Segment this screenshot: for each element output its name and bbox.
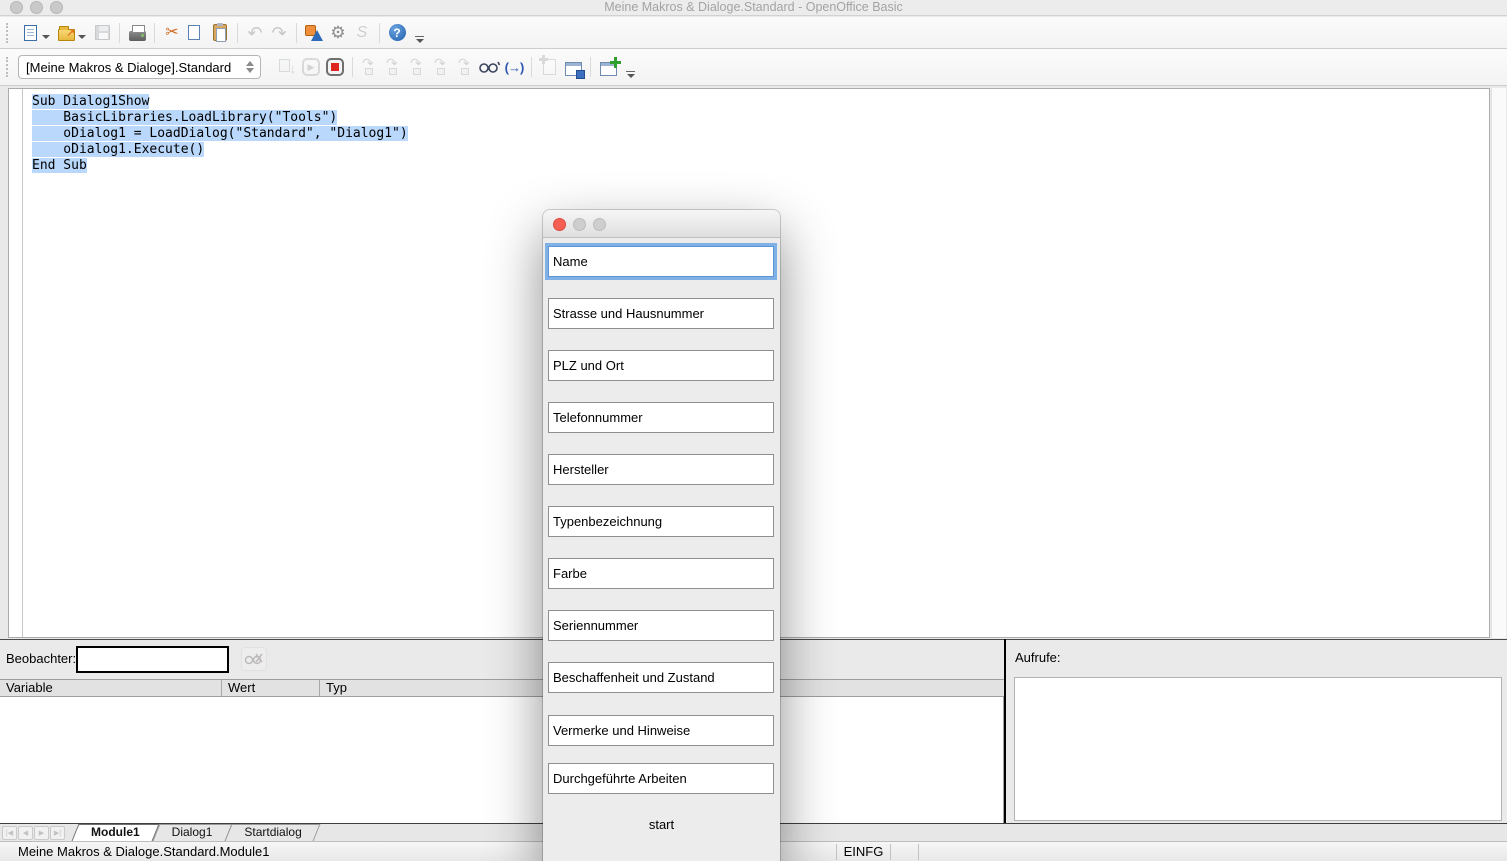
open-icon[interactable]: ↗ xyxy=(54,21,78,45)
manage-breakpoints-icon: ↷ xyxy=(454,55,478,79)
step-over-icon: ↷ xyxy=(358,55,382,79)
field-telefonnummer[interactable] xyxy=(548,402,774,433)
step-out-icon: ↷ xyxy=(406,55,430,79)
undo-icon: ↶ xyxy=(243,21,267,45)
watch-panel: Beobachter: Variable Wert Typ xyxy=(0,639,1006,823)
field-name[interactable] xyxy=(548,246,774,277)
call-stack-list[interactable] xyxy=(1014,677,1502,821)
toolbar-drag-handle[interactable] xyxy=(6,23,11,43)
dialog-close-button[interactable] xyxy=(553,218,566,231)
paste-icon[interactable] xyxy=(208,21,232,45)
help-icon[interactable]: ? xyxy=(385,21,409,45)
dialog-zoom-button[interactable] xyxy=(593,218,606,231)
new-document-icon[interactable] xyxy=(18,21,42,45)
toolbar-drag-handle[interactable] xyxy=(6,57,11,77)
library-select[interactable]: [Meine Makros & Dialoge].Standard xyxy=(18,55,261,79)
tab-startdialog[interactable]: Startdialog xyxy=(228,824,317,841)
dialog-minimize-button[interactable] xyxy=(573,218,586,231)
calls-label: Aufrufe: xyxy=(1015,650,1061,665)
column-header-variable[interactable]: Variable xyxy=(0,680,222,696)
signature-icon: S xyxy=(350,21,374,45)
next-tab-icon[interactable]: ▶ xyxy=(34,826,49,840)
open-dropdown-icon[interactable] xyxy=(78,35,86,39)
breakpoint-icon: ↷ xyxy=(430,55,454,79)
cut-icon[interactable]: ✂ xyxy=(160,21,184,45)
code-line: BasicLibraries.LoadLibrary("Tools") xyxy=(32,110,337,125)
watch-table-header: Variable Wert Typ xyxy=(0,679,1004,697)
code-line: oDialog1 = LoadDialog("Standard", "Dialo… xyxy=(32,126,408,141)
add-module-icon xyxy=(537,55,561,79)
code-line: Sub Dialog1Show xyxy=(32,94,149,109)
field-farbe[interactable] xyxy=(548,558,774,589)
save-source-icon[interactable] xyxy=(561,55,585,79)
dialog-titlebar[interactable] xyxy=(543,210,780,238)
macro-dialog-window: start xyxy=(543,210,780,861)
openoffice-basic-window: Meine Makros & Dialoge.Standard - OpenOf… xyxy=(0,0,1507,861)
remove-watch-icon xyxy=(241,647,267,671)
options-icon[interactable]: ⚙ xyxy=(326,21,350,45)
field-hersteller[interactable] xyxy=(548,454,774,485)
print-icon[interactable] xyxy=(125,21,149,45)
field-strasse[interactable] xyxy=(548,298,774,329)
tab-module1[interactable]: Module1 xyxy=(75,824,156,841)
column-header-wert[interactable]: Wert xyxy=(222,680,320,696)
macro-toolbar: [Meine Makros & Dialoge].Standard ↓ ▶ ↷ … xyxy=(0,49,1507,86)
watch-label: Beobachter: xyxy=(6,651,76,666)
previous-tab-icon[interactable]: ◀ xyxy=(18,826,33,840)
goto-line-icon[interactable]: (→) xyxy=(502,55,526,79)
copy-icon[interactable] xyxy=(184,21,208,45)
save-icon xyxy=(90,21,114,45)
field-plz-ort[interactable] xyxy=(548,350,774,381)
toolbar-overflow-icon[interactable] xyxy=(415,36,424,43)
titlebar: Meine Makros & Dialoge.Standard - OpenOf… xyxy=(0,0,1507,16)
field-durchgefuehrte-arbeiten[interactable] xyxy=(548,763,774,794)
library-select-value: [Meine Makros & Dialoge].Standard xyxy=(19,60,242,75)
breakpoint-gutter[interactable] xyxy=(9,89,23,637)
compile-icon: ↓ xyxy=(275,55,299,79)
start-button[interactable]: start xyxy=(543,817,780,837)
editor-scrollbar[interactable] xyxy=(1491,88,1506,638)
macro-select-icon[interactable] xyxy=(302,21,326,45)
tab-dialog1[interactable]: Dialog1 xyxy=(156,824,229,841)
watch-input[interactable] xyxy=(76,646,229,673)
window-title: Meine Makros & Dialoge.Standard - OpenOf… xyxy=(0,0,1507,16)
code-area[interactable]: Sub Dialog1Show BasicLibraries.LoadLibra… xyxy=(23,89,408,637)
stop-icon[interactable] xyxy=(323,55,347,79)
field-vermerke[interactable] xyxy=(548,715,774,746)
statusbar-insert-mode[interactable]: EINFG xyxy=(837,844,890,859)
field-beschaffenheit[interactable] xyxy=(548,662,774,693)
standard-toolbar: ↗ ✂ ↶ ↷ ⚙ S ? xyxy=(0,17,1507,49)
redo-icon: ↷ xyxy=(267,21,291,45)
statusbar-location: Meine Makros & Dialoge.Standard.Module1 xyxy=(18,844,269,859)
library-select-stepper-icon[interactable] xyxy=(242,61,258,73)
calls-panel: Aufrufe: xyxy=(1006,639,1507,823)
new-document-dropdown-icon[interactable] xyxy=(42,35,50,39)
watch-table-body[interactable] xyxy=(0,697,1004,823)
run-icon: ▶ xyxy=(299,55,323,79)
step-into-icon: ↷ xyxy=(382,55,406,79)
last-tab-icon[interactable]: ▶| xyxy=(50,826,65,840)
insert-module-icon[interactable] xyxy=(596,55,620,79)
toolbar-overflow-icon[interactable] xyxy=(626,71,635,78)
field-typenbezeichnung[interactable] xyxy=(548,506,774,537)
code-line: End Sub xyxy=(32,158,87,173)
enable-watch-icon[interactable] xyxy=(478,55,502,79)
field-seriennummer[interactable] xyxy=(548,610,774,641)
code-line: oDialog1.Execute() xyxy=(32,142,204,157)
first-tab-icon[interactable]: |◀ xyxy=(2,826,17,840)
